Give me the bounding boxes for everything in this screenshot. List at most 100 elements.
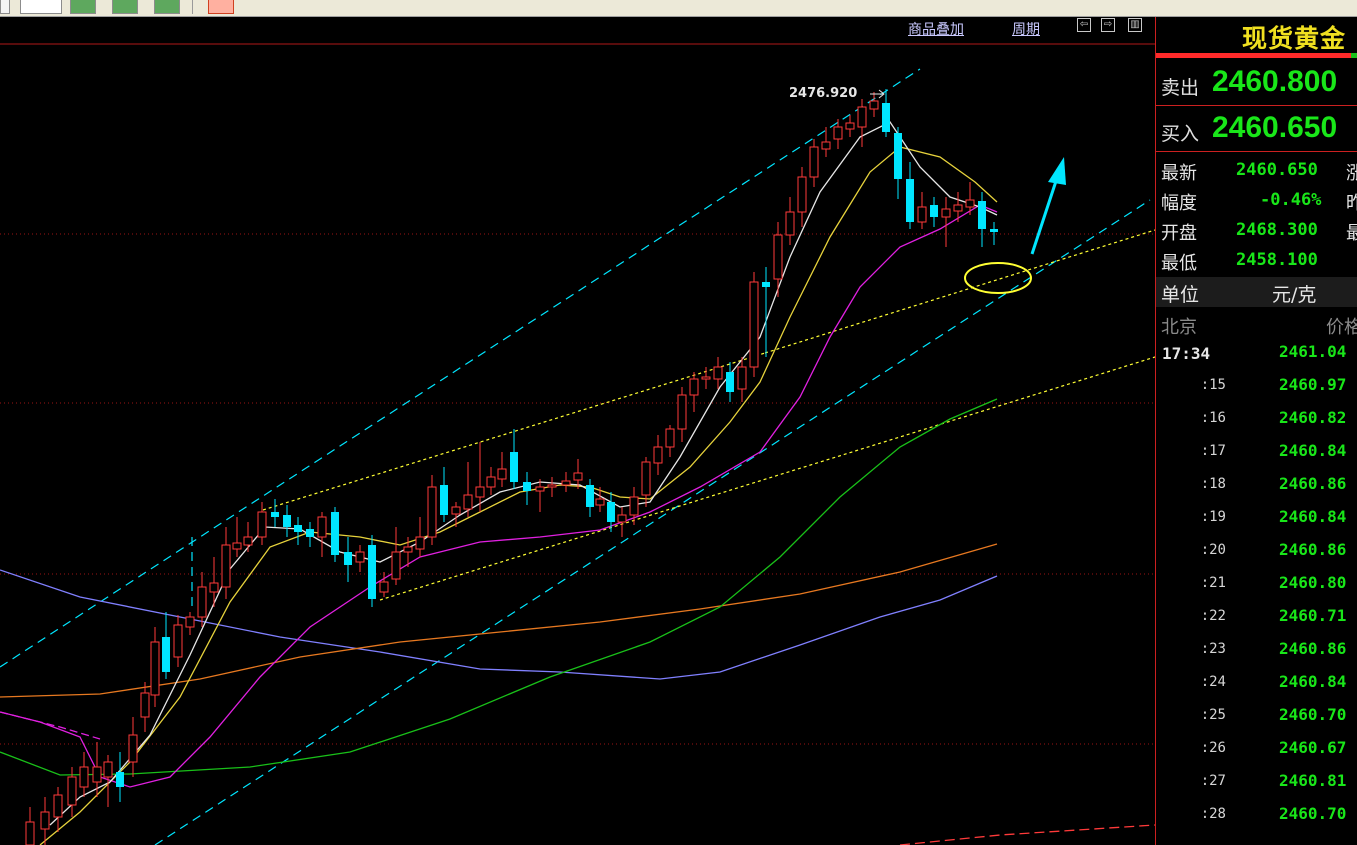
candle	[379, 572, 389, 597]
tick-price: 2460.82	[1279, 408, 1347, 427]
tick-price: 2460.81	[1279, 771, 1347, 790]
buy-label: 买入	[1161, 123, 1200, 145]
scroll-left-icon[interactable]: ⇦	[1077, 18, 1091, 32]
upward-arrow-head	[1048, 157, 1066, 185]
toolbar-button-2[interactable]	[20, 0, 62, 14]
stat-value-open: 2468.300	[1236, 220, 1318, 240]
candle	[677, 387, 687, 442]
toolbar-button-5[interactable]	[154, 0, 180, 14]
candle	[440, 467, 448, 522]
tick-price: 2460.67	[1279, 738, 1347, 757]
sell-label: 卖出	[1161, 77, 1200, 99]
toolbar-button-4[interactable]	[112, 0, 138, 14]
candle	[415, 517, 425, 557]
stat-value-latest: 2460.650	[1236, 160, 1318, 180]
candle	[726, 362, 734, 402]
candle	[53, 787, 63, 832]
candle	[497, 452, 507, 487]
candle	[355, 545, 365, 572]
candle	[809, 139, 819, 187]
trend-channel-lower	[154, 199, 1151, 845]
candle	[713, 357, 723, 389]
candle	[368, 535, 376, 607]
toolbar-separator	[192, 0, 193, 14]
candle	[535, 479, 545, 512]
tick-price: 2460.70	[1279, 804, 1347, 823]
candle	[271, 499, 279, 527]
tick-time: :28	[1200, 806, 1226, 822]
candle	[773, 222, 783, 297]
tick-time: :20	[1200, 542, 1226, 558]
toolbar	[0, 0, 1357, 17]
kline-chart[interactable]: 2476.920	[0, 17, 1155, 845]
candle	[173, 615, 183, 667]
ma-yellow-line	[39, 146, 998, 845]
city-label: 北京	[1161, 317, 1197, 338]
stat-value-low: 2458.100	[1236, 250, 1318, 270]
candle	[391, 527, 401, 585]
scroll-right-icon[interactable]: ⇨	[1101, 18, 1115, 32]
stat-value-change: -0.46%	[1260, 190, 1322, 210]
bid-ask-bar	[1156, 53, 1357, 58]
tick-price: 2460.84	[1279, 672, 1347, 691]
toolbar-button-6[interactable]	[208, 0, 234, 14]
candle	[116, 752, 124, 802]
unit-value: 元/克	[1272, 284, 1317, 306]
candle	[221, 527, 231, 599]
tick-time: :27	[1200, 773, 1226, 789]
tick-time: :22	[1200, 608, 1226, 624]
overlay-link[interactable]: 商品叠加	[908, 19, 964, 39]
ma-white-line	[49, 121, 998, 826]
upward-arrow-shaft	[1030, 174, 1060, 255]
stat-extra-label: 昨	[1346, 189, 1357, 215]
candle	[150, 627, 160, 707]
tick-time: :24	[1200, 674, 1226, 690]
panel-toggle-icon[interactable]: ▥	[1128, 18, 1142, 32]
stat-extra-label: 最	[1346, 219, 1357, 245]
candle	[283, 505, 291, 537]
buy-price: 2460.650	[1212, 111, 1338, 144]
candle	[510, 429, 518, 489]
candle	[617, 507, 627, 537]
bid-ask-bar-green	[1351, 53, 1357, 58]
candle	[689, 372, 699, 412]
candle	[486, 467, 496, 495]
ma-magenta-line	[0, 204, 998, 788]
tick-time: :21	[1200, 575, 1226, 591]
candle	[701, 367, 711, 389]
support-line-lower	[379, 356, 1155, 601]
candle	[523, 472, 531, 505]
ma-red-dashed	[899, 824, 1155, 845]
candle	[243, 522, 253, 552]
candle	[665, 425, 675, 457]
candle	[586, 479, 594, 517]
candle	[232, 517, 242, 557]
tick-time: :25	[1200, 707, 1226, 723]
tick-price: 2460.80	[1279, 573, 1347, 592]
tick-time: :23	[1200, 641, 1226, 657]
candles	[25, 89, 998, 845]
trend-channel	[0, 68, 1151, 845]
candle	[749, 272, 759, 377]
toolbar-button-1[interactable]	[0, 0, 10, 14]
candle	[185, 612, 195, 635]
candle	[25, 807, 35, 845]
candle	[197, 572, 207, 627]
toolbar-button-3[interactable]	[70, 0, 96, 14]
candle	[845, 115, 855, 137]
trend-channel-upper	[0, 68, 921, 668]
ma-purple-line	[0, 569, 998, 680]
candle	[653, 435, 663, 475]
candle	[857, 99, 867, 147]
candle	[894, 127, 902, 199]
period-link[interactable]: 周期	[1012, 19, 1040, 39]
tick-price: 2460.86	[1279, 540, 1347, 559]
tick-price: 2461.04	[1279, 342, 1347, 361]
tick-price: 2460.97	[1279, 375, 1347, 394]
stat-label: 最新	[1161, 163, 1197, 184]
tick-price: 2460.71	[1279, 606, 1347, 625]
peak-price-label: 2476.920	[789, 86, 857, 101]
tick-time: :17	[1200, 443, 1226, 459]
instrument-title: 现货黄金	[1242, 24, 1347, 53]
candle	[917, 192, 927, 229]
